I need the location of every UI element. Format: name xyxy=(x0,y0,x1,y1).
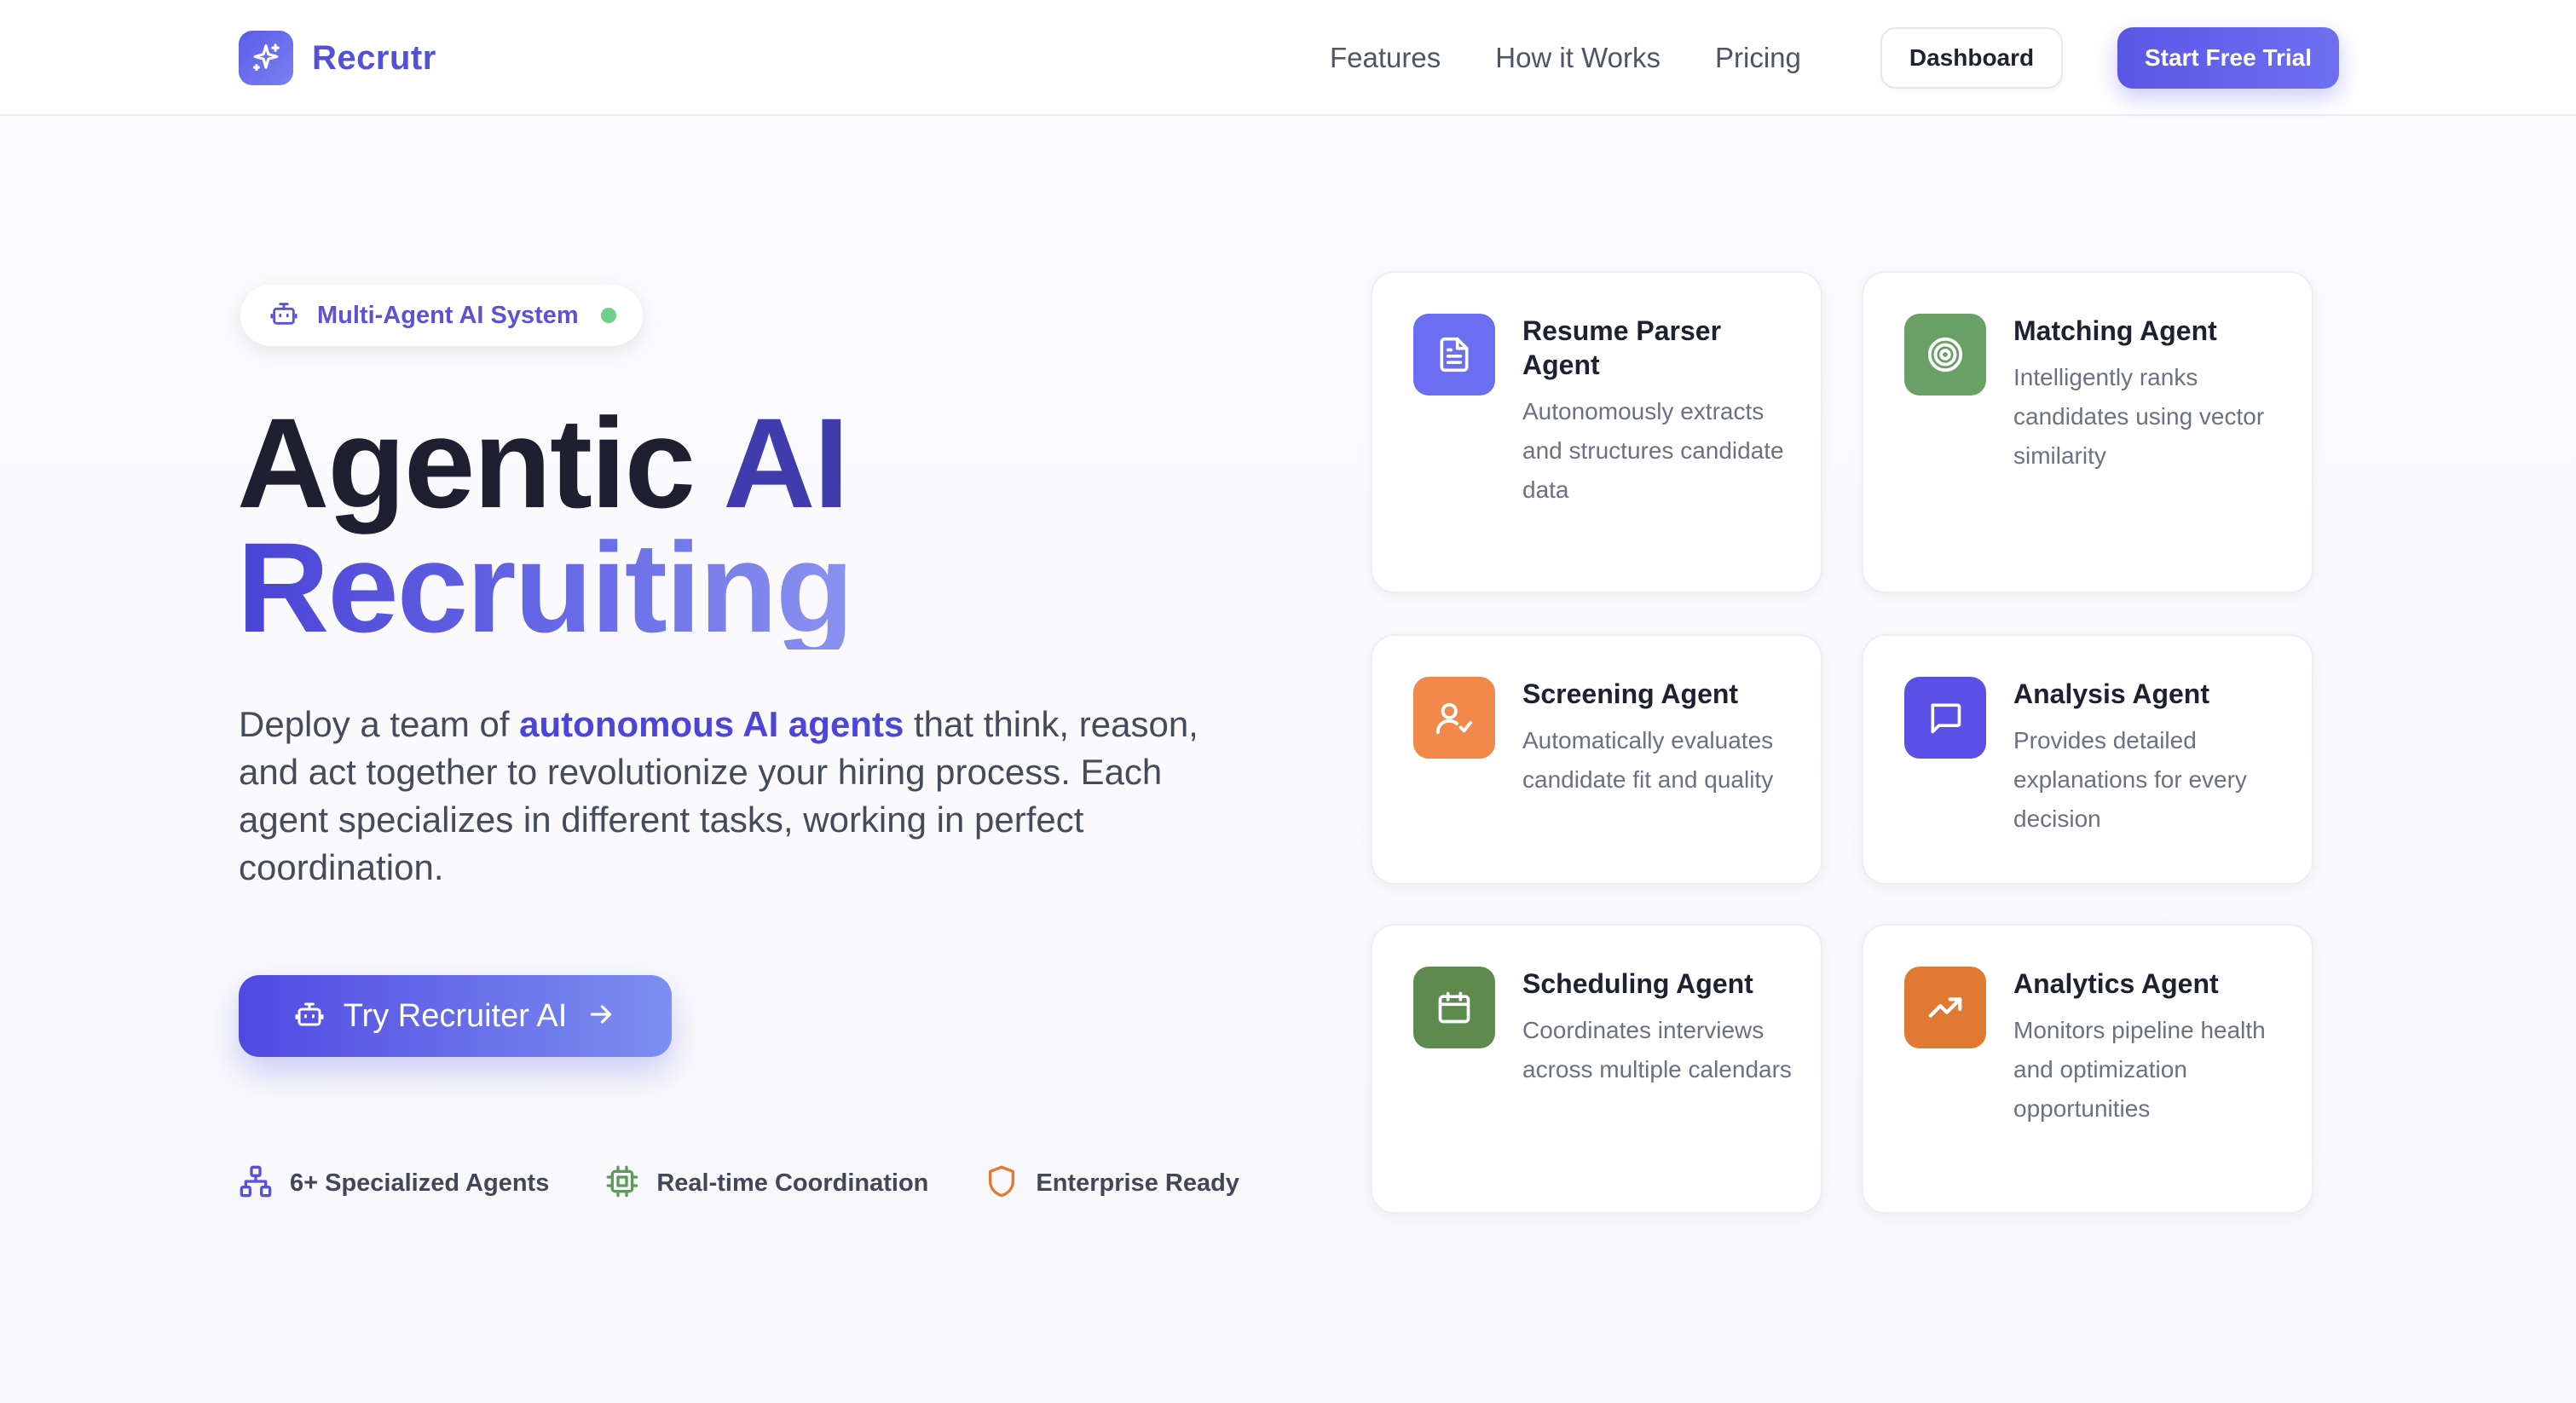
agent-title: Analysis Agent xyxy=(2013,678,2209,709)
status-dot xyxy=(600,308,616,323)
network-icon xyxy=(239,1164,273,1203)
landing-page: Recrutr Features How it Works Pricing Da… xyxy=(0,0,2576,1403)
calendar-icon xyxy=(1413,967,1495,1048)
hero-title-line1: Agentic AI xyxy=(237,399,852,527)
agent-title: Matching Agent xyxy=(2013,315,2217,346)
agent-title: Scheduling Agent xyxy=(1522,968,1753,999)
agent-title: Analytics Agent xyxy=(2013,968,2219,999)
try-recruiter-ai-button[interactable]: Try Recruiter AI xyxy=(239,975,672,1057)
sparkle-icon xyxy=(239,31,293,85)
multi-agent-badge: Multi-Agent AI System xyxy=(240,285,643,346)
agent-description: Automatically evaluates candidate fit an… xyxy=(1522,727,1774,793)
top-navbar: Recrutr Features How it Works Pricing Da… xyxy=(0,0,2576,116)
feature-realtime-coordination: Real-time Coordination xyxy=(605,1164,928,1203)
agent-description: Monitors pipeline health and optimizatio… xyxy=(2013,1017,2266,1122)
agent-card-analysis[interactable]: Analysis Agent Provides detailed explana… xyxy=(1862,634,2313,885)
shield-icon xyxy=(985,1164,1019,1203)
nav-link-how-it-works[interactable]: How it Works xyxy=(1495,42,1661,74)
feature-enterprise-ready: Enterprise Ready xyxy=(985,1164,1239,1203)
feature-specialized-agents: 6+ Specialized Agents xyxy=(239,1164,549,1203)
agent-description: Provides detailed explanations for every… xyxy=(2013,727,2247,832)
feature-list: 6+ Specialized Agents Real-time Coordina… xyxy=(239,1164,1296,1203)
hero-description: Deploy a team of autonomous AI agents th… xyxy=(239,701,1227,892)
agent-card-scheduling[interactable]: Scheduling Agent Coordinates interviews … xyxy=(1371,924,1822,1214)
trending-up-icon xyxy=(1904,967,1986,1048)
agent-card-screening[interactable]: Screening Agent Automatically evaluates … xyxy=(1371,634,1822,885)
feature-label: 6+ Specialized Agents xyxy=(290,1169,550,1197)
desc-text-1: Deploy a team of xyxy=(239,704,520,744)
feature-label: Enterprise Ready xyxy=(1036,1169,1239,1197)
hero-title: Agentic AI Recruiting xyxy=(237,399,854,659)
nav-link-pricing[interactable]: Pricing xyxy=(1715,42,1801,74)
badge-label: Multi-Agent AI System xyxy=(317,301,579,329)
hero-title-agentic: Agentic xyxy=(237,391,724,534)
agent-title: Screening Agent xyxy=(1522,678,1739,709)
hero-title-line2: Recruiting xyxy=(237,516,854,659)
dashboard-button[interactable]: Dashboard xyxy=(1880,27,2063,89)
start-free-trial-button[interactable]: Start Free Trial xyxy=(2117,27,2339,89)
document-icon xyxy=(1413,314,1495,395)
nav-links: Features How it Works Pricing xyxy=(1330,0,1856,116)
target-icon xyxy=(1904,314,1986,395)
chat-icon xyxy=(1904,677,1986,759)
agent-title: Resume Parser Agent xyxy=(1522,315,1722,380)
user-check-icon xyxy=(1413,677,1495,759)
arrow-right-icon xyxy=(586,999,616,1034)
cta-label: Try Recruiter AI xyxy=(343,997,568,1034)
hero-title-ai: AI xyxy=(723,391,849,534)
agent-description: Coordinates interviews across multiple c… xyxy=(1522,1017,1792,1083)
robot-icon xyxy=(294,999,325,1034)
feature-label: Real-time Coordination xyxy=(656,1169,929,1197)
robot-icon xyxy=(269,299,298,332)
chip-icon xyxy=(605,1164,639,1203)
brand[interactable]: Recrutr xyxy=(239,31,436,85)
agent-card-matching[interactable]: Matching Agent Intelligently ranks candi… xyxy=(1862,271,2313,593)
agent-description: Autonomously extracts and structures can… xyxy=(1522,398,1784,503)
agent-card-analytics[interactable]: Analytics Agent Monitors pipeline health… xyxy=(1862,924,2313,1214)
agent-description: Intelligently ranks candidates using vec… xyxy=(2013,364,2265,469)
agent-card-resume-parser[interactable]: Resume Parser Agent Autonomously extract… xyxy=(1371,271,1822,593)
nav-link-features[interactable]: Features xyxy=(1330,42,1441,74)
desc-highlight: autonomous AI agents xyxy=(519,704,904,744)
brand-name: Recrutr xyxy=(312,38,436,77)
